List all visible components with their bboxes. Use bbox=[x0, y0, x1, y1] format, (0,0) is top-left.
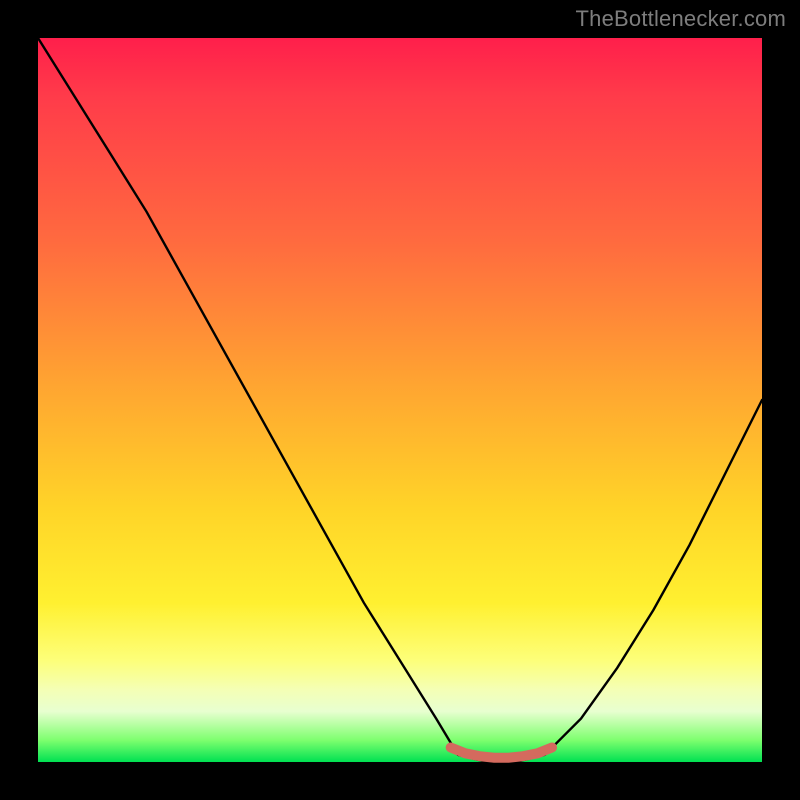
watermark-text: TheBottleneсker.com bbox=[576, 6, 786, 32]
curve-layer bbox=[38, 38, 762, 762]
flat-minimum-marker bbox=[451, 748, 552, 758]
plot-area bbox=[38, 38, 762, 762]
bottleneck-curve bbox=[38, 38, 762, 762]
chart-frame: TheBottleneсker.com bbox=[0, 0, 800, 800]
